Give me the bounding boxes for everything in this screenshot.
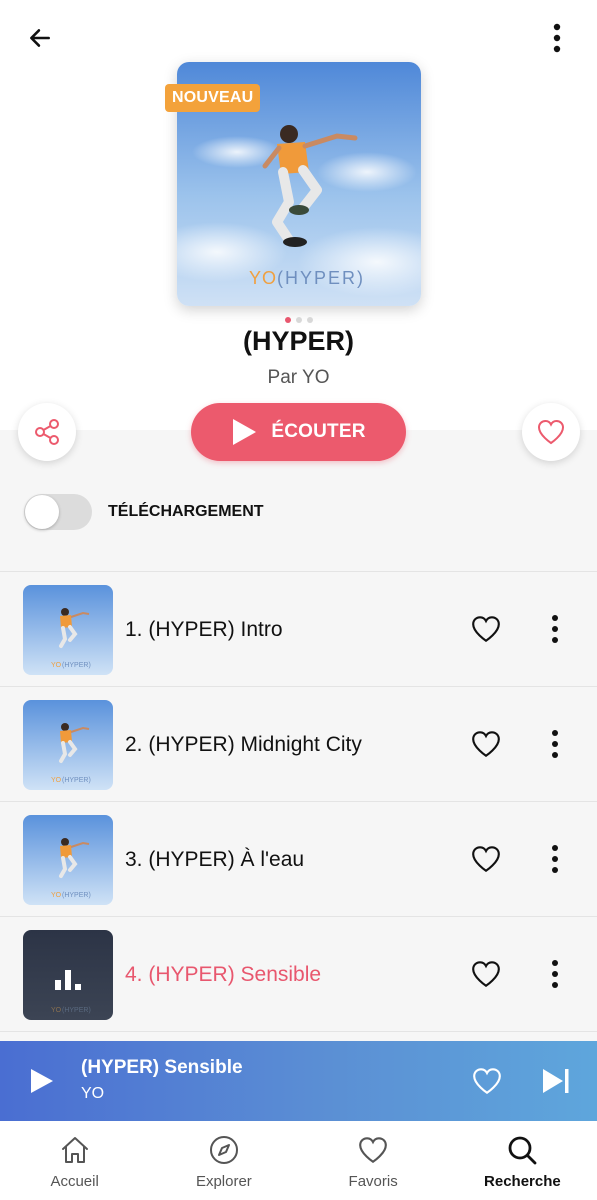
download-toggle[interactable] (24, 494, 92, 530)
download-row: TÉLÉCHARGEMENT (24, 494, 264, 530)
toggle-knob (25, 495, 59, 529)
track-list: YO (HYPER) 1. (HYPER) Intro YO (HYPER) 2… (0, 571, 597, 1032)
play-icon (233, 419, 257, 445)
track-title: 1. (HYPER) Intro (125, 618, 283, 641)
more-vertical-icon (553, 23, 561, 53)
more-vertical-icon (552, 730, 558, 758)
favorite-album-button[interactable] (522, 403, 580, 461)
bottom-navigation: Accueil Explorer Favoris Recherche (0, 1121, 597, 1200)
svg-text:YO: YO (51, 892, 62, 899)
track-row[interactable]: YO (HYPER) 2. (HYPER) Midnight City (0, 687, 597, 802)
heart-outline-icon (472, 961, 500, 988)
search-icon (508, 1136, 537, 1165)
mini-player[interactable]: (HYPER) Sensible YO (0, 1041, 597, 1121)
heart-outline-icon (472, 731, 500, 758)
heart-outline-icon (473, 1068, 501, 1095)
track-row[interactable]: YO (HYPER) 3. (HYPER) À l'eau (0, 802, 597, 917)
more-vertical-icon (552, 845, 558, 873)
track-thumbnail: YO (HYPER) (23, 815, 113, 905)
mini-player-artist: YO (81, 1085, 105, 1102)
carousel-dot[interactable] (295, 317, 302, 323)
track-thumbnail: YO (HYPER) (23, 585, 113, 675)
track-row[interactable]: YO (HYPER) 1. (HYPER) Intro (0, 572, 597, 687)
nav-label: Favoris (348, 1173, 398, 1190)
play-album-label: ÉCOUTER (271, 421, 366, 442)
track-more-button[interactable] (540, 611, 570, 647)
more-options-button[interactable] (539, 18, 575, 58)
track-more-button[interactable] (540, 841, 570, 877)
track-favorite-button[interactable] (468, 841, 504, 877)
share-icon (35, 419, 59, 445)
track-title: 3. (HYPER) À l'eau (125, 848, 305, 871)
back-button[interactable] (22, 20, 58, 56)
nav-item-favoris[interactable]: Favoris (299, 1121, 448, 1200)
svg-text:YO: YO (51, 777, 62, 784)
svg-text:(HYPER): (HYPER) (62, 662, 91, 669)
home-icon (61, 1137, 88, 1163)
carousel-dot[interactable] (284, 317, 291, 323)
heart-outline-icon (537, 419, 565, 445)
mini-player-title: (HYPER) Sensible (81, 1057, 243, 1078)
more-vertical-icon (552, 615, 558, 643)
track-favorite-button[interactable] (468, 726, 504, 762)
nav-item-recherche[interactable]: Recherche (448, 1121, 597, 1200)
play-icon (31, 1069, 53, 1093)
play-album-button[interactable]: ÉCOUTER (191, 403, 406, 461)
arrow-left-icon (30, 29, 50, 47)
svg-text:(HYPER): (HYPER) (62, 892, 91, 899)
track-thumbnail: YO (HYPER) (23, 930, 113, 1020)
track-more-button[interactable] (540, 726, 570, 762)
track-row[interactable]: YO (HYPER) 4. (HYPER) Sensible (0, 917, 597, 1032)
heart-icon (359, 1137, 387, 1164)
compass-icon (209, 1136, 238, 1164)
track-title: 2. (HYPER) Midnight City (125, 733, 362, 756)
heart-outline-icon (472, 616, 500, 643)
track-favorite-button[interactable] (468, 956, 504, 992)
nav-label: Explorer (195, 1173, 252, 1190)
skip-next-icon (543, 1069, 569, 1093)
svg-text:(HYPER): (HYPER) (62, 1007, 91, 1014)
carousel-dots (0, 317, 597, 323)
album-artist[interactable]: Par YO (0, 367, 597, 389)
carousel-dot[interactable] (306, 317, 313, 323)
nav-item-explorer[interactable]: Explorer (149, 1121, 298, 1200)
track-more-button[interactable] (540, 956, 570, 992)
share-button[interactable] (18, 403, 76, 461)
nav-label: Accueil (50, 1173, 99, 1190)
more-vertical-icon (552, 960, 558, 988)
mini-player-next-button[interactable] (538, 1063, 574, 1099)
svg-text:YO: YO (51, 1007, 62, 1014)
download-label: TÉLÉCHARGEMENT (108, 503, 264, 520)
mini-player-play-button[interactable] (24, 1063, 60, 1099)
heart-outline-icon (472, 846, 500, 873)
track-title: 4. (HYPER) Sensible (125, 963, 322, 986)
svg-text:YO: YO (51, 662, 62, 669)
svg-text:(HYPER): (HYPER) (277, 268, 365, 288)
album-title: (HYPER) (242, 326, 354, 356)
nav-label: Recherche (484, 1173, 561, 1190)
nav-item-accueil[interactable]: Accueil (0, 1121, 149, 1200)
track-favorite-button[interactable] (468, 611, 504, 647)
track-thumbnail: YO (HYPER) (23, 700, 113, 790)
new-badge: NOUVEAU (165, 84, 261, 112)
svg-text:(HYPER): (HYPER) (62, 777, 91, 784)
mini-player-favorite-button[interactable] (469, 1063, 505, 1099)
svg-text:YO: YO (249, 268, 277, 288)
